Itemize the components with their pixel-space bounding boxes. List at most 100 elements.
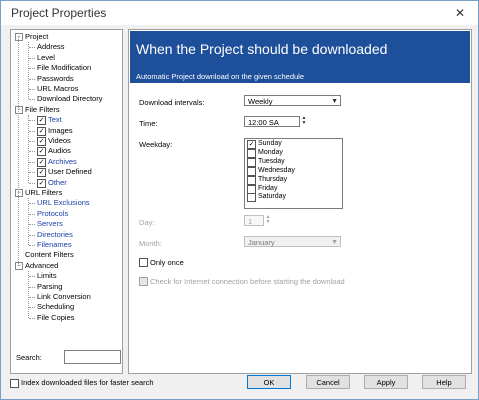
tree-connector — [29, 213, 35, 215]
tree-item-file-modification[interactable]: File Modification — [37, 63, 91, 73]
project-properties-window: Project Properties ✕ − Project Address Leve… — [0, 0, 479, 400]
checkbox-box[interactable] — [247, 193, 256, 203]
time-spinner[interactable]: ▲ ▼ — [301, 116, 307, 127]
tree-connector — [29, 286, 35, 288]
cancel-button[interactable]: Cancel — [306, 375, 350, 389]
tree-connector — [29, 203, 35, 205]
tree-item-url-exclusions[interactable]: URL Exclusions — [37, 198, 90, 208]
tree-connector — [29, 245, 35, 246]
collapse-icon[interactable]: − — [15, 189, 23, 197]
index-files-checkbox[interactable]: Index downloaded files for faster search — [10, 378, 154, 388]
tree-item-videos[interactable]: ✓ Videos — [37, 136, 71, 146]
tree-item-link-conversion[interactable]: Link Conversion — [37, 292, 91, 302]
tree-group-url-filters[interactable]: − URL Filters — [15, 188, 62, 198]
collapse-icon[interactable]: − — [15, 261, 23, 270]
settings-tree[interactable]: − Project Address Level File Modification Pas… — [10, 29, 123, 374]
day-spinner[interactable]: ▲ ▼ — [265, 215, 271, 226]
tree-item-label: URL Macros — [37, 84, 79, 93]
tree-item-address[interactable]: Address — [37, 42, 65, 52]
tree-item-other[interactable]: ✓ Other — [37, 178, 67, 188]
apply-button[interactable]: Apply — [364, 375, 408, 389]
checkbox-box[interactable]: ✓ — [247, 140, 256, 149]
intervals-select[interactable]: Weekly ▼ — [244, 95, 341, 106]
tree-item-scheduling[interactable]: Scheduling — [37, 302, 74, 312]
weekday-item-thursday[interactable]: Thursday — [247, 175, 288, 185]
checkbox-box[interactable]: ✓ — [37, 147, 46, 157]
tree-item-directories[interactable]: Directories — [37, 230, 73, 240]
tree-connector — [29, 89, 35, 90]
weekday-item-tuesday[interactable]: Tuesday — [247, 157, 285, 167]
tree-item-archives[interactable]: ✓ Archives — [37, 157, 77, 167]
checkbox-box[interactable]: ✓ — [37, 126, 46, 136]
tree-item-download-directory[interactable]: Download Directory — [37, 94, 102, 104]
weekday-item-sunday[interactable]: ✓ Sunday — [247, 140, 282, 149]
checkbox-box[interactable]: ✓ — [37, 116, 46, 126]
weekday-item-saturday[interactable]: Saturday — [247, 193, 286, 203]
tree-connector — [29, 47, 35, 49]
tree-item-filenames[interactable]: Filenames — [37, 240, 72, 250]
tree-item-limits[interactable]: Limits — [37, 271, 57, 281]
checkbox-box[interactable]: ✓ — [37, 178, 46, 188]
checkbox-box[interactable] — [10, 379, 19, 388]
collapse-icon[interactable]: − — [15, 105, 23, 114]
day-label: Day: — [139, 218, 155, 227]
tree-item-passwords[interactable]: Passwords — [37, 74, 74, 84]
tree-item-label: Filenames — [37, 240, 72, 249]
checkbox-box[interactable]: ✓ — [37, 168, 46, 178]
tree-item-label: Passwords — [37, 73, 74, 83]
weekday-label: Thursday — [258, 175, 288, 183]
tree-connector — [29, 307, 35, 309]
month-select[interactable]: January ▼ — [244, 236, 341, 247]
tree-item-label: Servers — [37, 219, 63, 229]
tree-item-url-macros[interactable]: URL Macros — [37, 84, 78, 94]
tree-connector — [29, 161, 35, 163]
checkbox-box[interactable]: ✓ — [37, 157, 46, 167]
tree-item-text[interactable]: ✓ Text — [37, 115, 62, 126]
tree-item-audios[interactable]: ✓ Audios — [37, 146, 71, 157]
tree-item-label: Link Conversion — [37, 292, 91, 301]
only-once-label: Only once — [150, 258, 184, 267]
title-bar[interactable]: Project Properties ✕ — [1, 1, 478, 25]
tree-item-protocols[interactable]: Protocols — [37, 209, 68, 219]
checkbox-box[interactable] — [139, 258, 148, 267]
checkbox-box[interactable] — [247, 166, 256, 176]
weekday-item-monday[interactable]: Monday — [247, 148, 283, 158]
search-input[interactable] — [64, 350, 121, 364]
day-input[interactable]: 1 — [244, 215, 264, 226]
ok-button[interactable]: OK — [247, 375, 291, 389]
tree-group-advanced[interactable]: − Advanced — [15, 261, 58, 271]
checkbox-box[interactable] — [247, 148, 256, 158]
tree-group-project[interactable]: − Project — [15, 32, 48, 42]
close-icon[interactable]: ✕ — [452, 5, 468, 21]
collapse-icon[interactable]: − — [15, 33, 23, 41]
tree-item-images[interactable]: ✓ Images — [37, 126, 73, 136]
checkbox-box[interactable] — [247, 184, 256, 194]
month-value: January — [248, 238, 275, 247]
weekday-list[interactable]: ✓ Sunday Monday Tuesday Wednesday Thursday Fri… — [244, 138, 343, 209]
tree-item-label: Address — [37, 42, 65, 52]
tree-item-user-defined[interactable]: ✓ User Defined — [37, 167, 92, 178]
tree-group-file-filters[interactable]: − File Filters — [15, 105, 60, 115]
tree-item-label: Parsing — [37, 281, 63, 291]
tree-group-label: Advanced — [25, 260, 59, 270]
internet-check-checkbox[interactable]: Check for Internet connection before sta… — [139, 277, 345, 286]
tree-connector — [29, 68, 35, 70]
checkbox-box[interactable]: ✓ — [37, 137, 46, 146]
tree-connector — [29, 99, 35, 101]
tree-connector — [29, 317, 35, 319]
tree-item-servers[interactable]: Servers — [37, 219, 63, 229]
only-once-checkbox[interactable]: Only once — [139, 258, 184, 267]
tree-connector — [29, 172, 35, 174]
checkbox-box[interactable] — [139, 277, 148, 286]
tree-item-level[interactable]: Level — [37, 53, 55, 63]
checkbox-box[interactable] — [247, 157, 256, 167]
tree-item-parsing[interactable]: Parsing — [37, 282, 62, 292]
time-input[interactable]: 12:00 SA — [244, 116, 300, 127]
weekday-label: Tuesday — [258, 157, 285, 165]
weekday-item-wednesday[interactable]: Wednesday — [247, 166, 295, 176]
weekday-item-friday[interactable]: Friday — [247, 184, 277, 194]
checkbox-box[interactable] — [247, 175, 256, 185]
tree-group-content-filters[interactable]: Content Filters — [15, 250, 74, 260]
help-button[interactable]: Help — [422, 375, 466, 389]
tree-item-file-copies[interactable]: File Copies — [37, 313, 75, 323]
